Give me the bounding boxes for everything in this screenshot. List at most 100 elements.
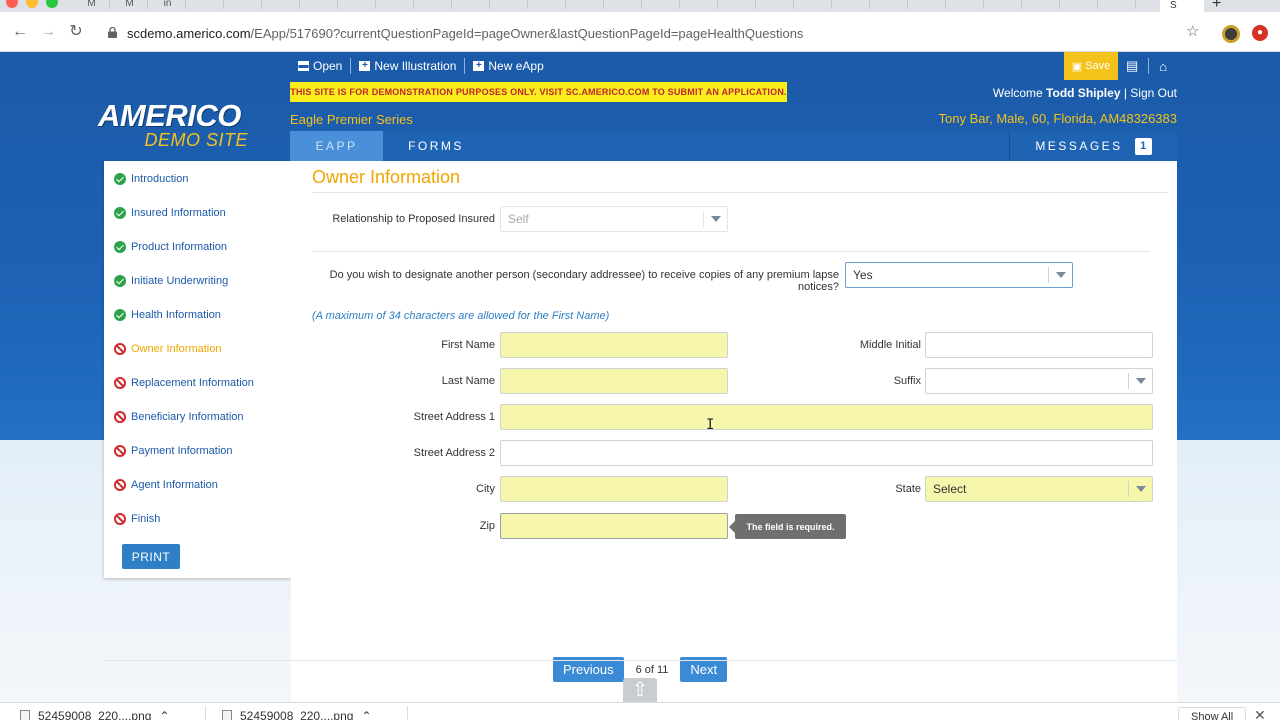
browser-tab[interactable]: [834, 0, 870, 9]
secondary-addressee-line-2: notices?: [798, 281, 839, 293]
browser-tab[interactable]: [720, 0, 756, 9]
browser-tab[interactable]: [340, 0, 376, 9]
sidebar-item-owner-information[interactable]: Owner Information: [114, 341, 221, 357]
browser-tabs: M M in: [74, 0, 1136, 9]
browser-tab[interactable]: [530, 0, 566, 9]
city-field[interactable]: [500, 476, 728, 502]
print-button[interactable]: PRINT: [122, 544, 180, 569]
browser-tab[interactable]: M: [74, 0, 110, 9]
sidebar-item-product-information[interactable]: Product Information: [114, 239, 227, 255]
zoom-window-icon[interactable]: [46, 0, 58, 8]
scroll-to-top-icon[interactable]: ⇧: [623, 678, 657, 702]
new-illustration-label: New Illustration: [374, 59, 457, 73]
save-label: Save: [1085, 60, 1111, 72]
new-tab-icon[interactable]: +: [1212, 0, 1221, 12]
last-name-label: Last Name: [441, 375, 495, 387]
last-name-field[interactable]: [500, 368, 728, 394]
browser-tab[interactable]: [188, 0, 224, 9]
home-icon[interactable]: ⌂: [1159, 59, 1167, 74]
file-icon: [20, 709, 30, 720]
middle-initial-field[interactable]: [925, 332, 1153, 358]
close-window-icon[interactable]: [6, 0, 18, 8]
browser-tab[interactable]: [454, 0, 490, 9]
title-divider: [312, 192, 1168, 193]
browser-tab[interactable]: [1024, 0, 1060, 9]
sidebar-item-initiate-underwriting[interactable]: Initiate Underwriting: [114, 273, 228, 289]
tab-messages[interactable]: MESSAGES 1: [1009, 131, 1177, 161]
sidebar-item-payment-information[interactable]: Payment Information: [114, 443, 233, 459]
sidebar-item-insured-information[interactable]: Insured Information: [114, 205, 226, 221]
browser-tab[interactable]: [264, 0, 300, 9]
show-all-button[interactable]: Show All: [1178, 707, 1247, 720]
tab-forms[interactable]: FORMS: [383, 131, 489, 161]
check-circle-icon: [114, 207, 126, 219]
profile-alert-icon[interactable]: ●: [1252, 25, 1268, 41]
messages-label: MESSAGES: [1035, 139, 1123, 153]
open-button[interactable]: ▬ Open: [298, 58, 352, 74]
browser-tab[interactable]: in: [150, 0, 186, 9]
browser-tab[interactable]: [948, 0, 984, 9]
check-circle-icon: [114, 309, 126, 321]
street-address-2-field[interactable]: [500, 440, 1153, 466]
sidebar-item-label: Health Information: [131, 309, 221, 321]
first-name-field[interactable]: [500, 332, 728, 358]
chevron-down-icon: [1048, 267, 1072, 283]
browser-tab[interactable]: [986, 0, 1022, 9]
browser-tab[interactable]: [758, 0, 794, 9]
extension-icon[interactable]: [1222, 25, 1240, 43]
browser-tab[interactable]: [226, 0, 262, 9]
browser-tab[interactable]: [910, 0, 946, 9]
save-button[interactable]: ▣ Save: [1064, 52, 1118, 80]
relationship-select: Self: [500, 206, 728, 232]
demo-banner: THIS SITE IS FOR DEMONSTRATION PURPOSES …: [290, 82, 787, 102]
bookmark-star-icon[interactable]: ☆: [1186, 22, 1199, 40]
browser-tab[interactable]: [1062, 0, 1098, 9]
browser-tab[interactable]: [644, 0, 680, 9]
chevron-up-icon[interactable]: ⌃: [159, 709, 169, 720]
browser-tab[interactable]: [568, 0, 604, 9]
browser-tab[interactable]: [302, 0, 338, 9]
browser-tab[interactable]: M: [112, 0, 148, 9]
browser-tab[interactable]: [872, 0, 908, 9]
sign-out-link[interactable]: Sign Out: [1130, 86, 1177, 100]
sidebar-item-health-information[interactable]: Health Information: [114, 307, 221, 323]
street-address-1-label: Street Address 1: [413, 411, 495, 423]
new-eapp-button[interactable]: + New eApp: [473, 58, 551, 74]
zip-label: Zip: [479, 520, 495, 532]
secondary-addressee-select[interactable]: Yes: [845, 262, 1073, 288]
suffix-select[interactable]: [925, 368, 1153, 394]
top-toolbar: ▬ Open + New Illustration + New eApp: [298, 58, 560, 74]
zip-field[interactable]: [500, 513, 728, 539]
browser-tab[interactable]: [416, 0, 452, 9]
active-browser-tab[interactable]: S: [1160, 0, 1204, 12]
browser-tab[interactable]: [606, 0, 642, 9]
download-item[interactable]: 52459008_220....png ⌃: [222, 709, 372, 720]
sidebar-item-introduction[interactable]: Introduction: [114, 171, 188, 187]
state-select[interactable]: Select: [925, 476, 1153, 502]
browser-tab[interactable]: [378, 0, 414, 9]
back-icon[interactable]: ←: [10, 22, 30, 42]
downloads-bar: 52459008_220....png ⌃ 52459008_220....pn…: [0, 702, 1280, 720]
close-icon[interactable]: ✕: [1254, 707, 1266, 720]
forward-icon[interactable]: →: [38, 22, 58, 42]
sidebar-item-agent-information[interactable]: Agent Information: [114, 477, 218, 493]
browser-tab[interactable]: [682, 0, 718, 9]
tab-eapp[interactable]: EAPP: [290, 131, 383, 161]
keyboard-icon[interactable]: ▤: [1126, 58, 1138, 74]
browser-tab[interactable]: [796, 0, 832, 9]
minimize-window-icon[interactable]: [26, 0, 38, 8]
url-field[interactable]: scdemo.americo.com/EApp/517690?currentQu…: [127, 26, 803, 41]
chevron-up-icon[interactable]: ⌃: [361, 709, 371, 720]
sidebar-item-beneficiary-information[interactable]: Beneficiary Information: [114, 409, 244, 425]
sidebar-item-finish[interactable]: Finish: [114, 511, 160, 527]
street-address-1-field[interactable]: [500, 404, 1153, 430]
reload-icon[interactable]: ↻: [66, 22, 86, 42]
sidebar-item-replacement-information[interactable]: Replacement Information: [114, 375, 254, 391]
browser-tab[interactable]: [1100, 0, 1136, 9]
download-item[interactable]: 52459008_220....png ⌃: [20, 709, 170, 720]
plus-square-icon: +: [359, 61, 371, 71]
americo-logo[interactable]: AMERICO DEMO SITE: [98, 98, 258, 151]
browser-tab[interactable]: [492, 0, 528, 9]
new-illustration-button[interactable]: + New Illustration: [359, 58, 466, 74]
product-series: Eagle Premier Series: [290, 112, 413, 127]
